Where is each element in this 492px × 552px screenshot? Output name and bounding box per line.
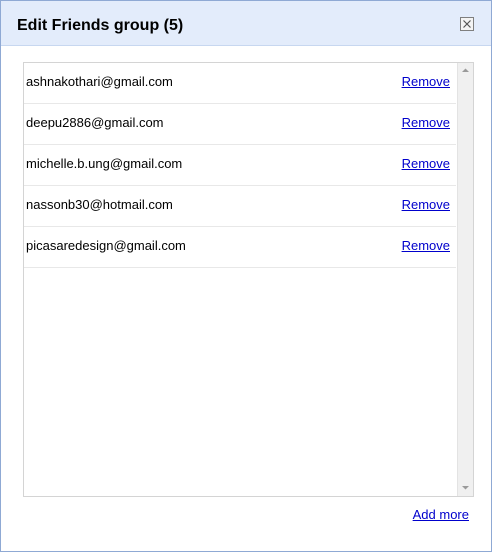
member-email: michelle.b.ung@gmail.com bbox=[26, 156, 183, 171]
scroll-down-button[interactable] bbox=[458, 480, 473, 496]
close-icon bbox=[463, 20, 471, 28]
member-list: ashnakothari@gmail.com Remove deepu2886@… bbox=[23, 62, 474, 497]
member-email: picasaredesign@gmail.com bbox=[26, 238, 186, 253]
vertical-scrollbar[interactable] bbox=[457, 63, 473, 496]
list-item: michelle.b.ung@gmail.com Remove bbox=[24, 145, 456, 186]
member-rows: ashnakothari@gmail.com Remove deepu2886@… bbox=[24, 63, 456, 268]
remove-link[interactable]: Remove bbox=[402, 238, 450, 254]
edit-group-dialog: Edit Friends group (5) ashnakothari@gmai… bbox=[0, 0, 492, 552]
add-more-link[interactable]: Add more bbox=[413, 507, 469, 523]
close-button[interactable] bbox=[460, 17, 474, 31]
remove-link[interactable]: Remove bbox=[402, 197, 450, 213]
member-email: nassonb30@hotmail.com bbox=[26, 197, 173, 212]
list-item: picasaredesign@gmail.com Remove bbox=[24, 227, 456, 268]
remove-link[interactable]: Remove bbox=[402, 115, 450, 131]
scroll-down-arrow-icon bbox=[462, 486, 469, 490]
remove-link[interactable]: Remove bbox=[402, 156, 450, 172]
dialog-title: Edit Friends group (5) bbox=[17, 17, 184, 34]
member-email: deepu2886@gmail.com bbox=[26, 115, 164, 130]
list-item: nassonb30@hotmail.com Remove bbox=[24, 186, 456, 227]
member-email: ashnakothari@gmail.com bbox=[26, 74, 173, 89]
list-item: ashnakothari@gmail.com Remove bbox=[24, 63, 456, 104]
remove-link[interactable]: Remove bbox=[402, 74, 450, 90]
scroll-up-button[interactable] bbox=[458, 63, 473, 79]
list-item: deepu2886@gmail.com Remove bbox=[24, 104, 456, 145]
scroll-up-arrow-icon bbox=[462, 68, 469, 72]
dialog-titlebar: Edit Friends group (5) bbox=[1, 1, 491, 46]
